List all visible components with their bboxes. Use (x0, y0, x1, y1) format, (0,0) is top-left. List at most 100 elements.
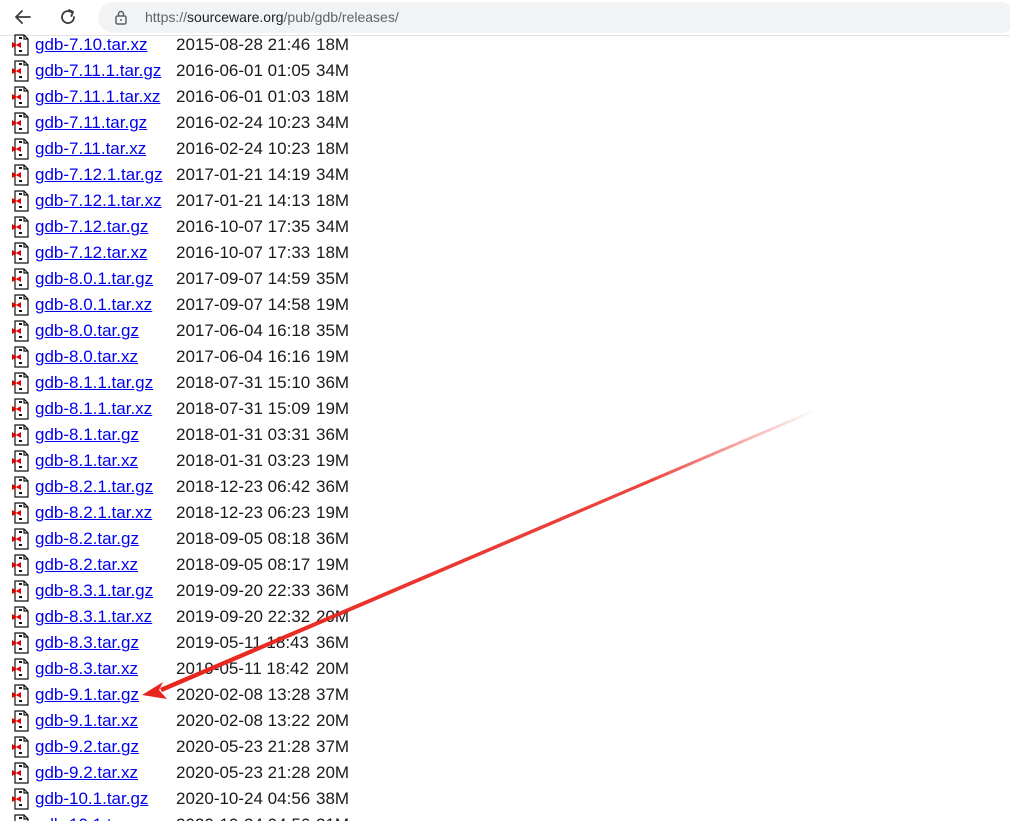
file-link[interactable]: gdb-8.1.tar.gz (35, 422, 139, 448)
file-link[interactable]: gdb-7.11.1.tar.xz (35, 84, 160, 110)
file-size: 36M (316, 477, 350, 496)
file-date: 2017-01-21 14:13 (176, 191, 311, 210)
list-item: gdb-8.1.1.tar.xz 2018-07-31 15:09 19M (0, 396, 520, 422)
file-date: 2019-05-11 18:42 (176, 659, 309, 678)
file-link[interactable]: gdb-8.2.1.tar.gz (35, 474, 153, 500)
file-date: 2018-01-31 03:23 (176, 451, 311, 470)
lock-icon[interactable] (113, 9, 129, 25)
file-date: 2018-12-23 06:23 (176, 503, 311, 522)
file-link[interactable]: gdb-7.12.1.tar.gz (35, 162, 163, 188)
file-date: 2020-05-23 21:28 (176, 763, 311, 782)
list-item: gdb-7.12.tar.gz 2016-10-07 17:35 34M (0, 214, 520, 240)
archive-file-icon (12, 632, 29, 654)
file-link[interactable]: gdb-7.12.tar.xz (35, 240, 147, 266)
list-item: gdb-7.11.1.tar.gz 2016-06-01 01:05 34M (0, 58, 520, 84)
list-item: gdb-8.2.tar.xz 2018-09-05 08:17 19M (0, 552, 520, 578)
file-link[interactable]: gdb-8.2.1.tar.xz (35, 500, 152, 526)
file-link[interactable]: gdb-7.12.1.tar.xz (35, 188, 162, 214)
file-date: 2017-09-07 14:59 (176, 269, 311, 288)
file-date: 2020-10-24 04:56 (176, 812, 310, 821)
list-item: gdb-8.0.tar.gz 2017-06-04 16:18 35M (0, 318, 520, 344)
file-size: 20M (316, 711, 350, 730)
back-button[interactable] (11, 5, 35, 29)
file-date: 2018-07-31 15:10 (176, 373, 311, 392)
archive-file-icon (12, 216, 29, 238)
file-date: 2020-10-24 04:56 (176, 789, 311, 808)
file-date: 2016-02-24 10:23 (176, 139, 311, 158)
list-item: gdb-8.3.tar.gz 2019-05-11 18:43 36M (0, 630, 520, 656)
list-item: gdb-9.1.tar.xz 2020-02-08 13:22 20M (0, 708, 520, 734)
list-item: gdb-9.1.tar.gz 2020-02-08 13:28 37M (0, 682, 520, 708)
file-date: 2016-02-24 10:23 (176, 113, 311, 132)
file-size: 34M (316, 165, 350, 184)
browser-toolbar: https://sourceware.org/pub/gdb/releases/ (0, 0, 1010, 36)
list-item: gdb-8.1.tar.gz 2018-01-31 03:31 36M (0, 422, 520, 448)
archive-file-icon (12, 580, 29, 602)
file-link[interactable]: gdb-8.3.1.tar.xz (35, 604, 152, 630)
file-size: 36M (316, 373, 350, 392)
file-size: 36M (316, 633, 350, 652)
list-item: gdb-8.1.tar.xz 2018-01-31 03:23 19M (0, 448, 520, 474)
archive-file-icon (12, 164, 29, 186)
list-item: gdb-8.0.1.tar.gz 2017-09-07 14:59 35M (0, 266, 520, 292)
file-date: 2016-06-01 01:05 (176, 61, 311, 80)
list-item: gdb-7.11.1.tar.xz 2016-06-01 01:03 18M (0, 84, 520, 110)
list-item: gdb-7.11.tar.xz 2016-02-24 10:23 18M (0, 136, 520, 162)
list-item: gdb-7.10.tar.xz 2015-08-28 21:46 18M (0, 32, 520, 58)
file-size: 34M (316, 217, 350, 236)
url-path: /pub/gdb/releases/ (283, 9, 399, 25)
file-size: 18M (316, 139, 350, 158)
reload-button[interactable] (56, 5, 80, 29)
url-host: sourceware.org (187, 9, 284, 25)
file-size: 36M (316, 529, 350, 548)
file-link[interactable]: gdb-8.1.1.tar.gz (35, 370, 153, 396)
file-link[interactable]: gdb-8.3.tar.gz (35, 630, 139, 656)
file-link[interactable]: gdb-8.2.tar.gz (35, 526, 139, 552)
archive-file-icon (12, 60, 29, 82)
file-size: 19M (316, 555, 350, 574)
file-link[interactable]: gdb-10.1.tar.gz (35, 786, 148, 812)
file-size: 34M (316, 61, 350, 80)
archive-file-icon (12, 528, 29, 550)
file-link[interactable]: gdb-7.12.tar.gz (35, 214, 148, 240)
file-link[interactable]: gdb-8.0.tar.gz (35, 318, 139, 344)
file-date: 2019-09-20 22:33 (176, 581, 311, 600)
archive-file-icon (12, 788, 29, 810)
file-size: 19M (316, 399, 350, 418)
list-item: gdb-7.12.1.tar.xz 2017-01-21 14:13 18M (0, 188, 520, 214)
list-item: gdb-8.3.tar.xz 2019-05-11 18:42 20M (0, 656, 520, 682)
file-link[interactable]: gdb-9.1.tar.xz (35, 708, 138, 734)
list-item: gdb-9.2.tar.gz 2020-05-23 21:28 37M (0, 734, 520, 760)
file-size: 20M (316, 763, 350, 782)
archive-file-icon (12, 762, 29, 784)
archive-file-icon (12, 450, 29, 472)
file-size: 18M (316, 243, 350, 262)
file-link[interactable]: gdb-9.2.tar.xz (35, 760, 138, 786)
address-bar[interactable]: https://sourceware.org/pub/gdb/releases/ (98, 2, 1010, 33)
file-link[interactable]: gdb-8.2.tar.xz (35, 552, 138, 578)
file-link[interactable]: gdb-8.3.tar.xz (35, 656, 138, 682)
file-link[interactable]: gdb-8.1.tar.xz (35, 448, 138, 474)
file-link[interactable]: gdb-7.11.tar.gz (35, 110, 147, 136)
file-date: 2015-08-28 21:46 (176, 35, 311, 54)
file-link[interactable]: gdb-8.0.tar.xz (35, 344, 138, 370)
file-link[interactable]: gdb-9.1.tar.gz (35, 682, 139, 708)
file-size: 38M (316, 789, 350, 808)
file-link[interactable]: gdb-8.0.1.tar.xz (35, 292, 152, 318)
file-size: 37M (316, 737, 350, 756)
file-link[interactable]: gdb-7.11.tar.xz (35, 136, 146, 162)
file-link[interactable]: gdb-8.1.1.tar.xz (35, 396, 152, 422)
file-link[interactable]: gdb-7.10.tar.xz (35, 32, 147, 58)
file-link[interactable]: gdb-8.0.1.tar.gz (35, 266, 153, 292)
file-size: 20M (316, 607, 350, 626)
list-item: gdb-9.2.tar.xz 2020-05-23 21:28 20M (0, 760, 520, 786)
url-text[interactable]: https://sourceware.org/pub/gdb/releases/ (145, 9, 399, 25)
file-link[interactable]: gdb-10.1.tar.xz (35, 812, 147, 821)
file-link[interactable]: gdb-8.3.1.tar.gz (35, 578, 153, 604)
file-size: 19M (316, 451, 350, 470)
archive-file-icon (12, 684, 29, 706)
file-size: 37M (316, 685, 350, 704)
file-link[interactable]: gdb-7.11.1.tar.gz (35, 58, 161, 84)
file-link[interactable]: gdb-9.2.tar.gz (35, 734, 139, 760)
file-size: 34M (316, 113, 350, 132)
